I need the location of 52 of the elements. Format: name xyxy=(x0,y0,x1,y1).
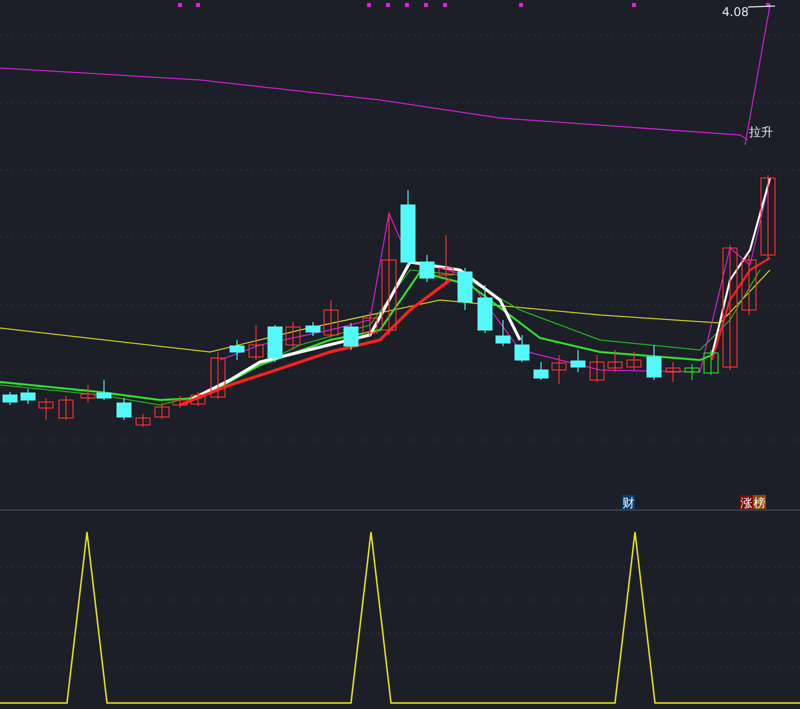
candlestick xyxy=(626,352,642,370)
candlestick xyxy=(38,398,54,420)
candlestick xyxy=(438,234,454,286)
signal-marker xyxy=(443,3,447,7)
candlestick xyxy=(534,362,548,380)
candlestick xyxy=(230,340,244,360)
signal-marker xyxy=(766,3,770,7)
candlestick xyxy=(248,324,264,360)
signal-marker xyxy=(632,3,636,7)
candlestick xyxy=(514,334,530,362)
candlestick xyxy=(324,300,338,338)
signal-marker xyxy=(424,3,428,7)
candlestick xyxy=(684,364,700,380)
chart-annotation: 拉升 xyxy=(749,125,773,139)
candlestick xyxy=(458,268,472,310)
signal-marker xyxy=(367,3,371,7)
candlestick xyxy=(608,350,622,372)
price-label: 4.08 xyxy=(722,5,749,19)
signal-marker xyxy=(405,3,409,7)
badge: 涨 xyxy=(740,495,753,510)
candlestick xyxy=(80,384,96,402)
candlestick xyxy=(154,402,170,420)
candlestick xyxy=(96,380,112,400)
signal-marker xyxy=(178,3,182,7)
candlestick xyxy=(268,324,282,362)
candlestick xyxy=(590,354,604,382)
candlestick xyxy=(496,320,510,346)
candlestick xyxy=(172,396,188,408)
candlestick xyxy=(58,396,74,420)
candlestick xyxy=(478,284,492,334)
candlestick xyxy=(190,392,206,406)
candlestick xyxy=(2,392,18,406)
candlestick xyxy=(210,352,226,400)
badge: 财 xyxy=(622,495,635,510)
candlestick xyxy=(136,414,150,428)
candlestick xyxy=(570,350,586,372)
candlestick xyxy=(20,388,36,404)
candlestick xyxy=(666,362,680,382)
badge: 榜 xyxy=(753,495,766,510)
candlestick xyxy=(286,322,300,350)
signal-marker xyxy=(386,3,390,7)
candlestick xyxy=(552,354,566,384)
candlestick xyxy=(306,322,320,336)
signal-marker xyxy=(196,3,200,7)
candlestick xyxy=(116,398,132,420)
candlestick xyxy=(646,344,662,380)
candlestick xyxy=(704,350,718,376)
candlestick xyxy=(362,312,378,336)
candlestick xyxy=(344,322,358,350)
signal-marker xyxy=(519,3,523,7)
candlestick xyxy=(742,254,756,316)
candlestick xyxy=(420,254,434,282)
